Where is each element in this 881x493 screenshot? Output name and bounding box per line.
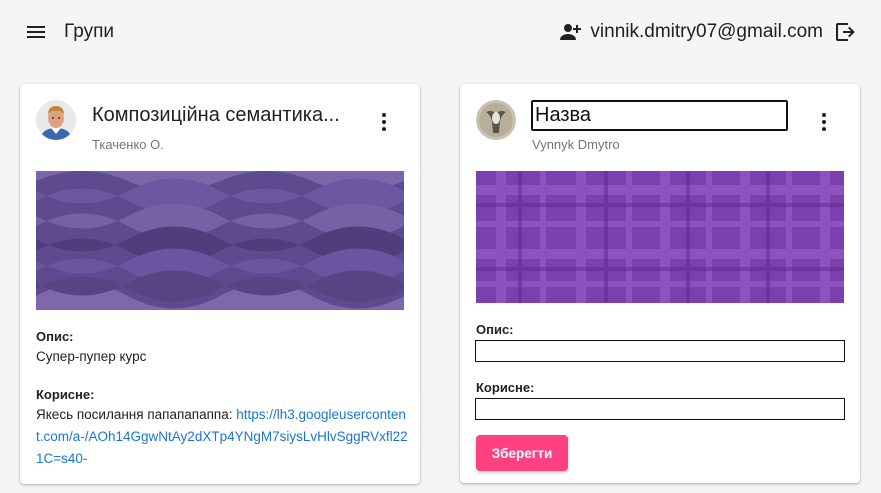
more-vert-icon[interactable] xyxy=(812,110,836,134)
useful-text-prefix: Якесь посилання папапапаппа: xyxy=(36,407,237,422)
more-vert-icon[interactable] xyxy=(372,110,396,134)
description-label: Опис: xyxy=(476,322,514,337)
menu-icon[interactable] xyxy=(24,20,48,44)
card-author: Ткаченко О. xyxy=(92,137,164,152)
description-input[interactable] xyxy=(475,340,845,362)
useful-input[interactable] xyxy=(475,398,845,420)
card-cover-image xyxy=(36,171,404,310)
save-button[interactable]: Зберегти xyxy=(476,435,568,471)
card-author: Vynnyk Dmytro xyxy=(532,137,620,152)
useful-label: Корисне: xyxy=(476,380,535,395)
person-add-icon xyxy=(560,24,582,40)
useful-text: Якесь посилання папапапаппа: https://lh3… xyxy=(36,404,408,470)
user-area: vinnik.dmitry07@gmail.com xyxy=(557,18,857,46)
user-email: vinnik.dmitry07@gmail.com xyxy=(590,21,823,42)
page-title: Групи xyxy=(64,21,114,42)
description-text: Супер-пупер курс xyxy=(36,349,147,364)
card-title: Композиційна семантика... xyxy=(92,104,340,126)
description-label: Опис: xyxy=(36,329,74,344)
group-edit-card: Vynnyk Dmytro xyxy=(460,84,860,483)
logout-icon[interactable] xyxy=(833,20,857,44)
app-bar: Групи vinnik.dmitry07@gmail.com xyxy=(0,0,881,64)
avatar xyxy=(476,100,516,140)
group-card: Композиційна семантика... Ткаченко О. Оп… xyxy=(20,84,420,484)
useful-label: Корисне: xyxy=(36,387,95,402)
group-title-input[interactable] xyxy=(531,100,788,131)
avatar xyxy=(36,100,76,140)
card-cover-image xyxy=(476,171,844,303)
